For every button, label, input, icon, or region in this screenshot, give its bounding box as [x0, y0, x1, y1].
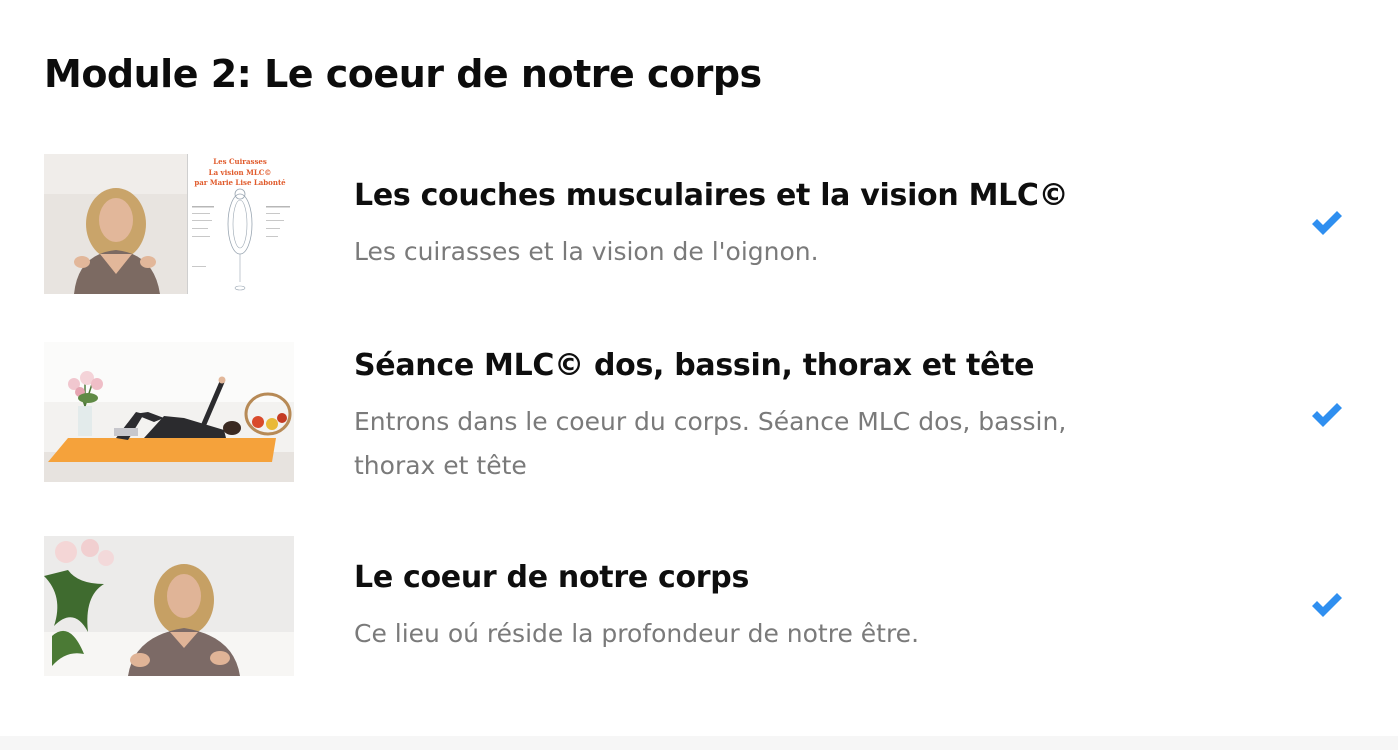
- lesson-title[interactable]: Séance MLC© dos, bassin, thorax et tête: [354, 346, 1035, 386]
- check-icon: [1312, 211, 1342, 235]
- lesson-item[interactable]: Les Cuirasses La vision MLC© par Marie L…: [44, 154, 1354, 294]
- lesson-description: Entrons dans le coeur du corps. Séance M…: [354, 407, 1067, 480]
- video-thumbnail-image: [44, 536, 294, 676]
- thumbnail-slide-line3: par Marie Lise Labonté: [194, 178, 286, 187]
- lesson-list-page: Module 2: Le coeur de notre corps Les Cu…: [0, 0, 1398, 750]
- lesson-thumbnail[interactable]: [44, 536, 294, 676]
- lesson-title[interactable]: Le coeur de notre corps: [354, 558, 749, 598]
- thumbnail-slide-line1: Les Cuirasses: [213, 157, 267, 166]
- lesson-thumbnail[interactable]: Les Cuirasses La vision MLC© par Marie L…: [44, 154, 294, 294]
- module-title: Module 2: Le coeur de notre corps: [44, 52, 762, 96]
- check-icon: [1312, 593, 1342, 617]
- thumbnail-slide-line2: La vision MLC©: [209, 168, 272, 177]
- video-thumbnail-image: [44, 342, 294, 482]
- lesson-description: Ce lieu oú réside la profondeur de notre…: [354, 619, 920, 648]
- check-icon: [1312, 403, 1342, 427]
- lesson-description: Les cuirasses et la vision de l'oignon.: [354, 237, 819, 266]
- lesson-item[interactable]: Le coeur de notre corps Ce lieu oú résid…: [44, 536, 1354, 676]
- lesson-thumbnail[interactable]: [44, 342, 294, 482]
- lesson-title[interactable]: Les couches musculaires et la vision MLC…: [354, 176, 1069, 216]
- video-thumbnail-image: Les Cuirasses La vision MLC© par Marie L…: [44, 154, 294, 294]
- lesson-item[interactable]: Séance MLC© dos, bassin, thorax et tête …: [44, 342, 1354, 482]
- footer-band: [0, 736, 1398, 750]
